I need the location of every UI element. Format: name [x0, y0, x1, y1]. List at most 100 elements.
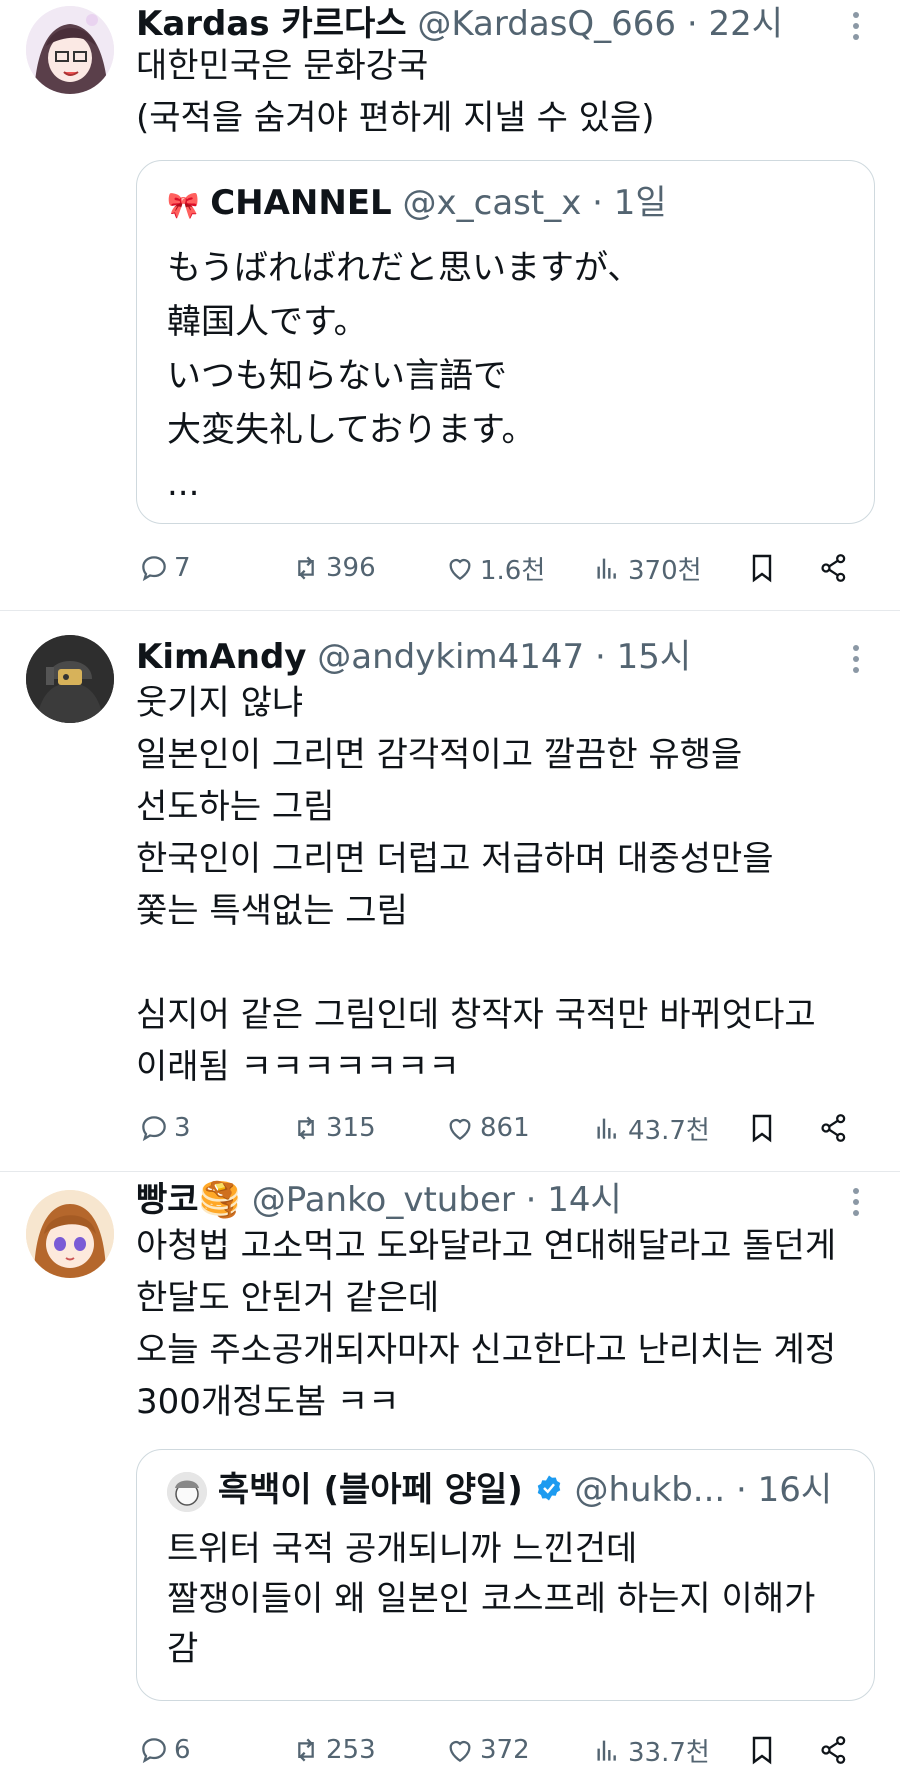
- reply-button[interactable]: 7: [138, 548, 191, 588]
- quote-text-line: 감: [167, 1629, 199, 1669]
- tweet-text-line: [136, 937, 880, 989]
- views-button[interactable]: 370천: [592, 548, 702, 588]
- more-options-icon[interactable]: [852, 1188, 860, 1218]
- bookmark-button[interactable]: [746, 1108, 778, 1148]
- reply-icon: [142, 556, 166, 582]
- retweet-icon: [298, 556, 314, 580]
- quote-text-line: ...: [167, 464, 200, 504]
- retweet-count: 253: [326, 1735, 376, 1765]
- views-button[interactable]: 33.7천: [592, 1730, 710, 1770]
- display-name[interactable]: KimAndy: [136, 637, 306, 677]
- heart-icon: [449, 558, 471, 581]
- quote-text: 트위터 국적 공개되니까 느낀건데 짤쟁이들이 왜 일본인 코스프레 하는지 이…: [167, 1524, 854, 1674]
- reply-count: 7: [174, 553, 191, 583]
- user-handle[interactable]: @Panko_vtuber: [252, 1180, 515, 1220]
- like-count: 1.6천: [480, 555, 546, 586]
- separator-dot: ·: [592, 183, 603, 223]
- avatar-image: [26, 6, 114, 94]
- views-icon: [597, 1118, 616, 1139]
- avatar[interactable]: [26, 6, 114, 94]
- quote-display-name: 흑백이 (블아페 양일): [217, 1470, 523, 1510]
- quoted-tweet[interactable]: 🎀 CHANNEL @x_cast_x · 1일 もうばればれだと思いますが、 …: [136, 160, 875, 524]
- avatar[interactable]: [26, 1190, 114, 1278]
- quote-text-line: 韓国人です。: [167, 302, 368, 342]
- separator-dot: ·: [736, 1470, 747, 1510]
- quote-text-line: いつも知らない言語で: [167, 356, 507, 396]
- user-handle[interactable]: @KardasQ_666: [417, 4, 676, 44]
- tweet-text-line: 쫓는 특색없는 그림: [136, 891, 408, 931]
- tweet-text: 웃기지 않냐 일본인이 그리면 감각적이고 깔끔한 유행을 선도하는 그림 한국…: [136, 677, 880, 1093]
- tweet-text-line: 대한민국은 문화강국: [136, 46, 429, 86]
- bookmark-button[interactable]: [746, 1730, 778, 1770]
- separator-dot: ·: [594, 637, 606, 677]
- tweet-text-line: 한국인이 그리면 더럽고 저급하며 대중성만을: [136, 839, 774, 879]
- tweet-text-line: 한달도 안된거 같은데: [136, 1278, 440, 1318]
- quote-text-line: 트위터 국적 공개되니까 느낀건데: [167, 1529, 638, 1569]
- retweet-icon: [298, 1738, 314, 1762]
- retweet-button[interactable]: 315: [290, 1108, 376, 1148]
- separator-dot: ·: [525, 1180, 537, 1220]
- quote-text-line: 大変失礼しております。: [167, 410, 536, 450]
- share-icon: [821, 554, 846, 582]
- retweet-button[interactable]: 396: [290, 548, 376, 588]
- more-options-icon[interactable]: [852, 12, 860, 42]
- retweet-count: 315: [326, 1113, 376, 1143]
- timestamp[interactable]: 22시: [709, 4, 784, 44]
- avatar-image: [26, 635, 114, 723]
- reply-button[interactable]: 3: [138, 1108, 191, 1148]
- reply-icon: [142, 1116, 166, 1142]
- quote-user-handle: @x_cast_x: [402, 183, 582, 223]
- bookmark-icon: [752, 1114, 772, 1143]
- display-name[interactable]: Kardas 카르다스: [136, 4, 407, 44]
- share-button[interactable]: [818, 1108, 850, 1148]
- pancake-emoji-icon: 🥞: [198, 1180, 241, 1220]
- views-icon: [597, 1740, 616, 1761]
- quote-text: もうばればれだと思いますが、 韓国人です。 いつも知らない言語で 大変失礼してお…: [167, 241, 854, 511]
- action-bar: 3 315 861 43.7천: [0, 1108, 900, 1148]
- share-button[interactable]: [818, 1730, 850, 1770]
- timestamp[interactable]: 15시: [617, 637, 692, 677]
- reply-count: 3: [174, 1113, 191, 1143]
- bookmark-button[interactable]: [746, 548, 778, 588]
- share-button[interactable]: [818, 548, 850, 588]
- retweet-count: 396: [326, 553, 376, 583]
- quote-text-line: 짤쟁이들이 왜 일본인 코스프레 하는지 이해가: [167, 1579, 816, 1619]
- tweet-card[interactable]: KimAndy @andykim4147 · 15시 웃기지 않냐 일본인이 그…: [0, 611, 900, 1172]
- quote-timestamp: 16시: [757, 1470, 833, 1510]
- quote-avatar: [167, 1471, 207, 1512]
- avatar-image: [26, 1190, 114, 1278]
- tweet-text-line: 웃기지 않냐: [136, 683, 304, 723]
- display-name[interactable]: 빵코: [136, 1180, 199, 1220]
- tweet-text-line: 이래됨 ㅋㅋㅋㅋㅋㅋㅋ: [136, 1047, 460, 1087]
- bookmark-icon: [752, 554, 772, 583]
- like-button[interactable]: 1.6천: [444, 548, 545, 588]
- bookmark-icon: [752, 1736, 772, 1765]
- tweet-text-line: 선도하는 그림: [136, 787, 335, 827]
- share-icon: [821, 1736, 846, 1764]
- quote-user-icon: 🎀: [167, 191, 200, 221]
- quote-avatar-image: [167, 1471, 207, 1512]
- tweet-text-line: 300개정도봄 ㅋㅋ: [136, 1382, 400, 1422]
- user-handle[interactable]: @andykim4147: [317, 637, 584, 677]
- tweet-card[interactable]: Kardas 카르다스 @KardasQ_666 · 22시 대한민국은 문화강…: [0, 0, 900, 611]
- quoted-tweet[interactable]: 흑백이 (블아페 양일) @hukb... · 16시 트위터 국적 공개되니까…: [136, 1449, 875, 1701]
- timestamp[interactable]: 14시: [547, 1180, 622, 1220]
- tweet-text-line: 아청법 고소먹고 도와달라고 연대해달라고 돌던게: [136, 1226, 837, 1266]
- views-button[interactable]: 43.7천: [592, 1108, 710, 1148]
- share-icon: [821, 1114, 846, 1142]
- quote-user-handle: @hukb...: [574, 1470, 726, 1510]
- like-count: 372: [480, 1735, 530, 1765]
- tweet-card[interactable]: 빵코🥞 @Panko_vtuber · 14시 아청법 고소먹고 도와달라고 연…: [0, 1172, 900, 1782]
- retweet-button[interactable]: 253: [290, 1730, 376, 1770]
- avatar[interactable]: [26, 635, 114, 723]
- tweet-text-line: (국적을 숨겨야 편하게 지낼 수 있음): [136, 98, 655, 138]
- action-bar: 6 253 372 33.7천: [0, 1730, 900, 1770]
- like-button[interactable]: 372: [444, 1730, 530, 1770]
- views-icon: [597, 558, 616, 579]
- reply-button[interactable]: 6: [138, 1730, 191, 1770]
- reply-count: 6: [174, 1735, 191, 1765]
- tweet-text-line: 일본인이 그리면 감각적이고 깔끔한 유행을: [136, 735, 743, 775]
- heart-icon: [449, 1740, 471, 1763]
- like-button[interactable]: 861: [444, 1108, 530, 1148]
- more-options-icon[interactable]: [852, 645, 860, 675]
